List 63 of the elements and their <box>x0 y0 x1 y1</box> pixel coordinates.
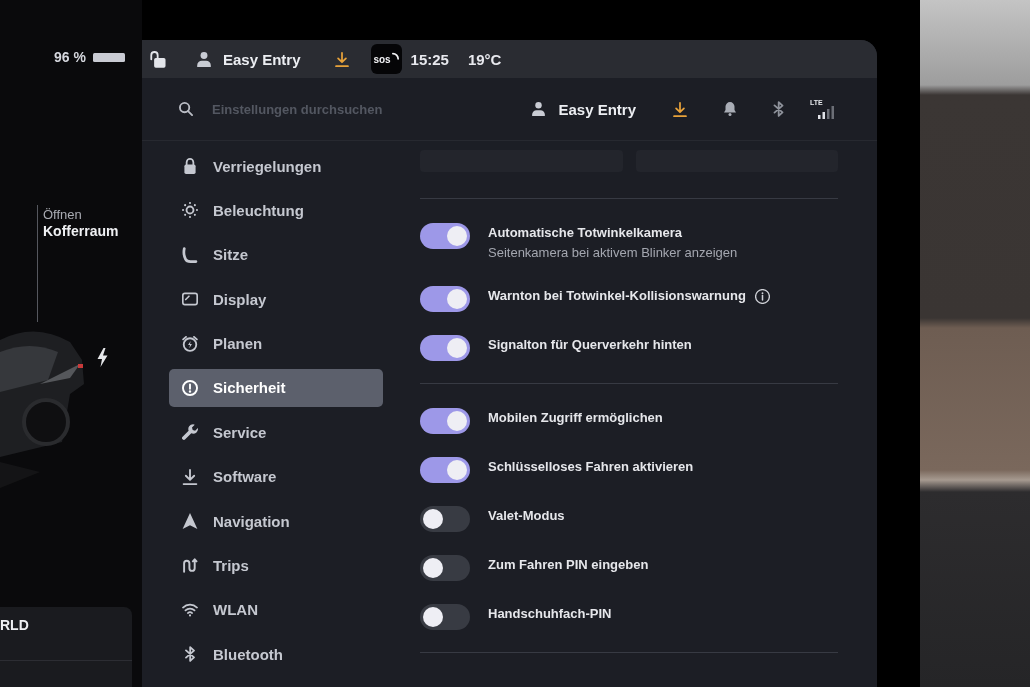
sidebar-item[interactable]: Sicherheit <box>169 368 383 407</box>
person-icon <box>532 102 546 116</box>
bluetooth-icon <box>182 646 198 663</box>
battery-percentage: 96 % <box>54 49 86 65</box>
person-icon <box>197 51 211 67</box>
download-icon[interactable] <box>334 51 349 67</box>
bell-icon[interactable] <box>724 102 736 116</box>
seat-icon <box>182 246 198 263</box>
download-icon[interactable] <box>673 101 687 117</box>
lock-icon <box>182 158 198 174</box>
toggle-switch[interactable] <box>420 335 470 361</box>
toggle-switch[interactable] <box>420 286 470 312</box>
toggle-switch[interactable] <box>420 223 470 249</box>
screen-icon <box>182 291 198 308</box>
profile-button[interactable]: Easy Entry <box>197 50 301 68</box>
wifi-icon <box>182 601 198 618</box>
sidebar-item[interactable]: Service <box>169 413 383 452</box>
search-icon <box>179 102 193 116</box>
unlock-icon[interactable] <box>150 50 166 68</box>
sidebar-item[interactable]: Beleuchtung <box>169 191 383 230</box>
setting-label: Mobilen Zugriff ermöglichen <box>488 409 663 427</box>
search-field[interactable]: Einstellungen durchsuchen <box>212 99 422 119</box>
download-icon <box>182 468 198 485</box>
arc-icon <box>391 52 399 60</box>
clock-time: 15:25 <box>410 50 449 68</box>
toggle-switch[interactable] <box>420 408 470 434</box>
lightning-icon[interactable] <box>97 348 108 367</box>
sidebar-item[interactable]: WLAN <box>169 590 383 629</box>
sidebar-item[interactable]: Trips <box>169 546 383 585</box>
setting-label: Handschuhfach-PIN <box>488 605 612 623</box>
sun-icon <box>182 202 198 219</box>
setting-label: Warnton bei Totwinkel-Kollisionswarnung <box>488 287 746 305</box>
open-trunk-button[interactable]: Öffnen Kofferraum <box>43 207 119 240</box>
sidebar-item[interactable]: Software <box>169 457 383 496</box>
sidebar-item[interactable]: Navigation <box>169 502 383 541</box>
setting-label: Valet-Modus <box>488 507 565 525</box>
signal-bars-icon <box>818 106 835 119</box>
card-title: RLD <box>0 617 29 634</box>
alarm-clock-icon <box>182 335 198 352</box>
setting-label: Schlüsselloses Fahren aktivieren <box>488 458 694 476</box>
sidebar-item[interactable]: Planen <box>169 324 383 363</box>
toggle-switch[interactable] <box>420 604 470 630</box>
toggle-switch[interactable] <box>420 457 470 483</box>
outside-temperature: 19°C <box>467 50 502 68</box>
sidebar-item[interactable]: Verriegelungen <box>169 147 383 185</box>
route-icon <box>182 557 198 574</box>
info-icon[interactable] <box>754 288 770 304</box>
setting-description: Seitenkamera bei aktivem Blinker anzeigen <box>488 244 738 262</box>
alert-icon <box>182 379 198 396</box>
sidebar-item[interactable]: Sitze <box>169 235 383 274</box>
setting-label: Zum Fahren PIN eingeben <box>488 556 649 574</box>
toggle-switch[interactable] <box>420 555 470 581</box>
sidebar-item[interactable]: Display <box>169 280 383 319</box>
profile-button[interactable]: Easy Entry <box>532 100 636 118</box>
battery-icon <box>93 52 125 62</box>
setting-label: Automatische Totwinkelkamera <box>488 224 683 242</box>
bluetooth-icon[interactable] <box>773 101 784 117</box>
toggle-switch[interactable] <box>420 506 470 532</box>
wrench-icon <box>182 424 198 441</box>
sidebar-item[interactable]: Bluetooth <box>169 635 383 674</box>
sos-button[interactable]: sos <box>370 44 402 74</box>
navigation-arrow-icon <box>182 513 198 530</box>
setting-label: Signalton für Querverkehr hinten <box>488 336 692 354</box>
